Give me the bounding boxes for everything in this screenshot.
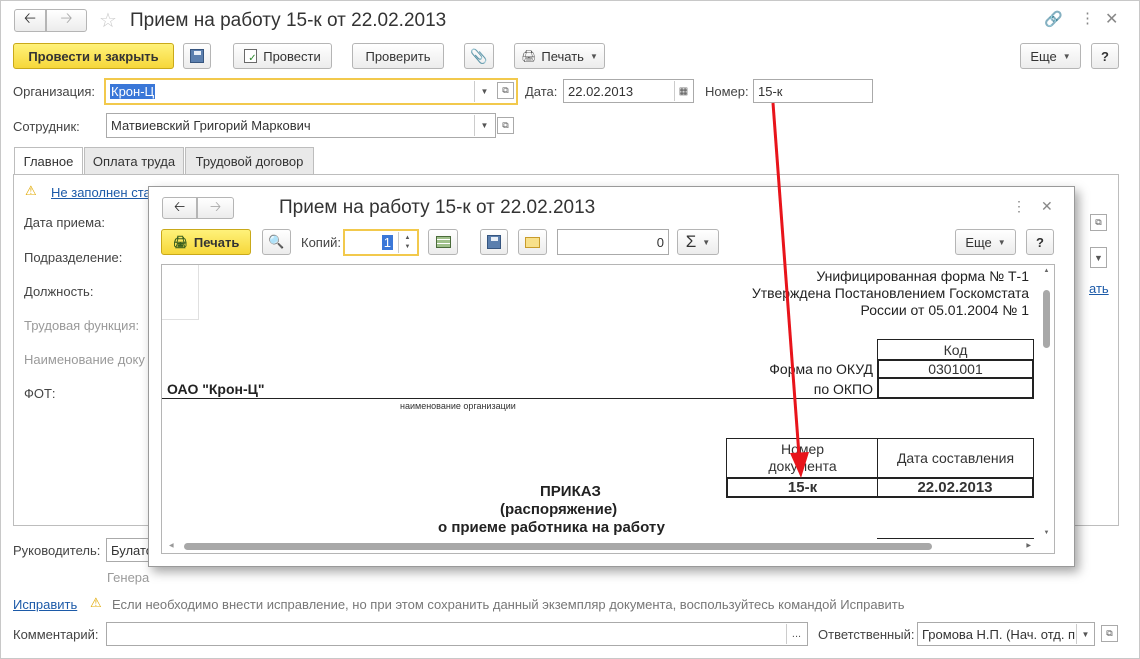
annotation-arrow bbox=[771, 102, 809, 478]
